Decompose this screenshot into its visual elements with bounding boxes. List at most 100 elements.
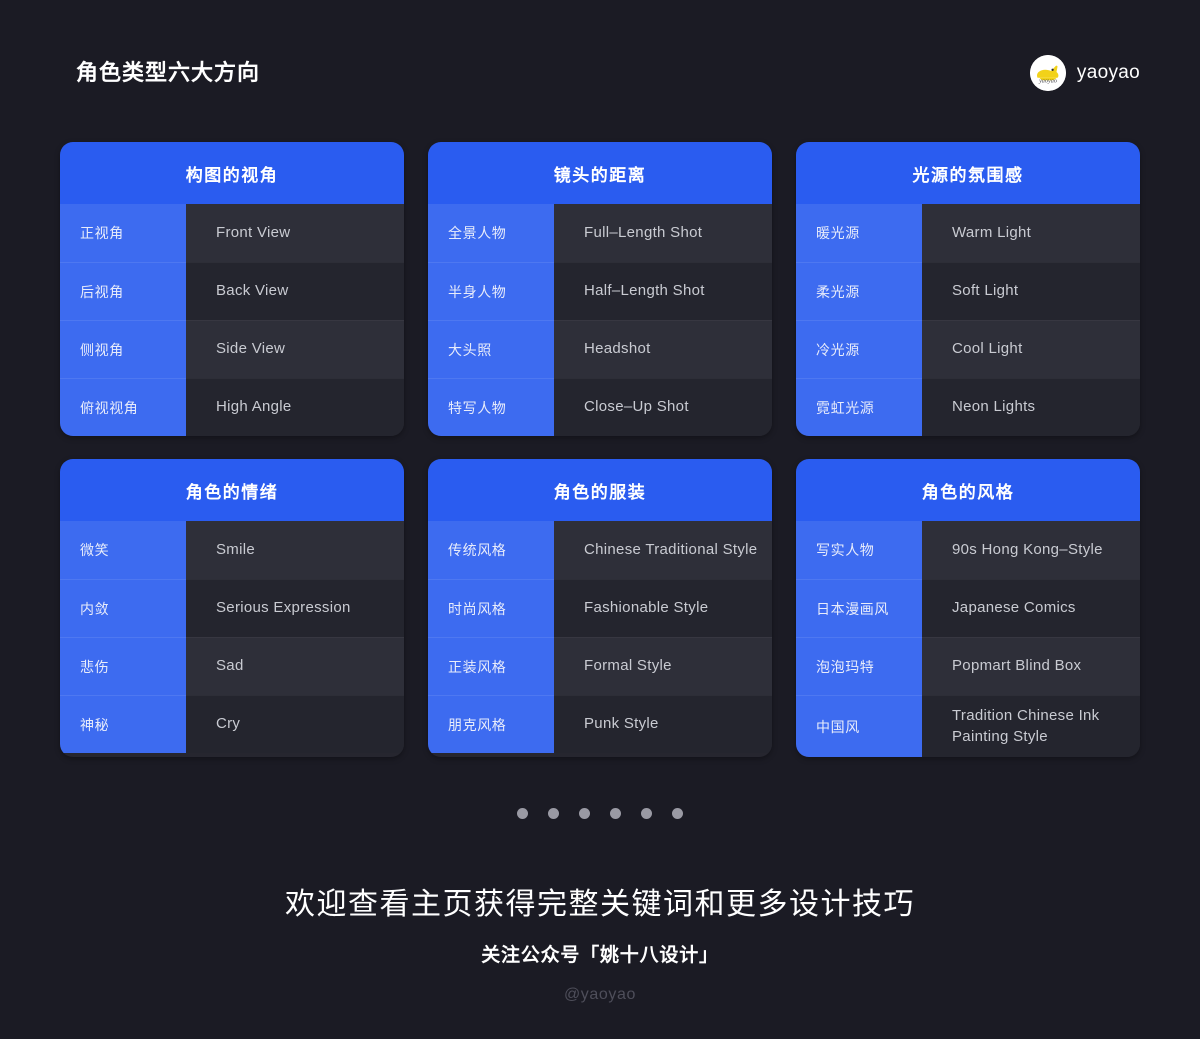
table-row[interactable]: 冷光源 Cool Light (796, 320, 1140, 378)
table-row[interactable]: 正视角 Front View (60, 204, 404, 262)
pagination-dot-4[interactable] (610, 808, 621, 819)
table-row[interactable]: 俯视视角 High Angle (60, 378, 404, 436)
row-label-en: Back View (186, 262, 404, 320)
row-label-cn: 侧视角 (60, 320, 186, 378)
table-row[interactable]: 时尚风格 Fashionable Style (428, 579, 772, 637)
table-row[interactable]: 微笑 Smile (60, 521, 404, 579)
row-label-en: Popmart Blind Box (922, 637, 1140, 695)
table-row[interactable]: 暖光源 Warm Light (796, 204, 1140, 262)
yaoyao-rabbit-logo-icon: yaoyao (1029, 55, 1066, 91)
table-row[interactable]: 神秘 Cry (60, 695, 404, 753)
row-label-en: Warm Light (922, 204, 1140, 262)
footer-handle: @yaoyao (563, 985, 637, 1003)
row-label-en: Full–Length Shot (554, 204, 772, 262)
row-label-cn: 暖光源 (796, 204, 922, 262)
row-label-en: Cool Light (922, 320, 1140, 378)
keyword-card: 角色的服装 传统风格 Chinese Traditional Style 时尚风… (428, 459, 772, 758)
table-row[interactable]: 正装风格 Formal Style (428, 637, 772, 695)
table-row[interactable]: 泡泡玛特 Popmart Blind Box (796, 637, 1140, 695)
row-label-en: High Angle (186, 378, 404, 436)
table-row[interactable]: 半身人物 Half–Length Shot (428, 262, 772, 320)
row-label-cn: 半身人物 (428, 262, 554, 320)
table-row[interactable]: 大头照 Headshot (428, 320, 772, 378)
table-row[interactable]: 传统风格 Chinese Traditional Style (428, 521, 772, 579)
row-label-cn: 传统风格 (428, 521, 554, 579)
svg-text:yaoyao: yaoyao (1038, 78, 1057, 85)
keyword-card: 角色的情绪 微笑 Smile 内敛 Serious Expression 悲伤 … (60, 459, 404, 758)
table-row[interactable]: 后视角 Back View (60, 262, 404, 320)
row-label-en: Cry (186, 695, 404, 753)
card-rows: 暖光源 Warm Light 柔光源 Soft Light 冷光源 Cool L… (796, 204, 1140, 436)
row-label-cn: 正视角 (60, 204, 186, 262)
row-label-en: 90s Hong Kong–Style (922, 521, 1140, 579)
row-label-cn: 神秘 (60, 695, 186, 753)
brand-name: yaoyao (1076, 62, 1140, 83)
row-label-cn: 微笑 (60, 521, 186, 579)
table-row[interactable]: 侧视角 Side View (60, 320, 404, 378)
card-title: 光源的氛围感 (796, 142, 1140, 204)
row-label-en: Smile (186, 521, 404, 579)
table-row[interactable]: 中国风 Tradition Chinese Ink Painting Style (796, 695, 1140, 758)
row-label-cn: 正装风格 (428, 637, 554, 695)
pagination-dots (0, 808, 1200, 819)
row-label-cn: 霓虹光源 (796, 378, 922, 436)
table-row[interactable]: 朋克风格 Punk Style (428, 695, 772, 753)
card-rows: 传统风格 Chinese Traditional Style 时尚风格 Fash… (428, 521, 772, 753)
card-rows: 正视角 Front View 后视角 Back View 侧视角 Side Vi… (60, 204, 404, 436)
row-label-en: Serious Expression (186, 579, 404, 637)
card-grid: 构图的视角 正视角 Front View 后视角 Back View 侧视角 S… (60, 142, 1141, 758)
table-row[interactable]: 全景人物 Full–Length Shot (428, 204, 772, 262)
row-label-en: Fashionable Style (554, 579, 772, 637)
poster-root: 角色类型六大方向 yaoyao yaoyao 构图的视角 正视角 Front V… (0, 0, 1200, 1039)
pagination-dot-2[interactable] (548, 808, 559, 819)
card-title: 角色的服装 (428, 459, 772, 521)
row-label-cn: 朋克风格 (428, 695, 554, 753)
row-label-en: Side View (186, 320, 404, 378)
row-label-cn: 日本漫画风 (796, 579, 922, 637)
pagination-dot-6[interactable] (672, 808, 683, 819)
footer-headline: 欢迎查看主页获得完整关键词和更多设计技巧 (285, 888, 915, 921)
pagination-dot-1[interactable] (517, 808, 528, 819)
row-label-cn: 俯视视角 (60, 378, 186, 436)
row-label-cn: 悲伤 (60, 637, 186, 695)
row-label-en: Headshot (554, 320, 772, 378)
table-row[interactable]: 特写人物 Close–Up Shot (428, 378, 772, 436)
row-label-en: Soft Light (922, 262, 1140, 320)
row-label-en: Neon Lights (922, 378, 1140, 436)
brand-block: yaoyao yaoyao (1029, 55, 1140, 91)
keyword-card: 构图的视角 正视角 Front View 后视角 Back View 侧视角 S… (60, 142, 404, 436)
row-label-cn: 时尚风格 (428, 579, 554, 637)
row-label-cn: 全景人物 (428, 204, 554, 262)
card-rows: 微笑 Smile 内敛 Serious Expression 悲伤 Sad 神秘… (60, 521, 404, 753)
keyword-card: 镜头的距离 全景人物 Full–Length Shot 半身人物 Half–Le… (428, 142, 772, 436)
table-row[interactable]: 写实人物 90s Hong Kong–Style (796, 521, 1140, 579)
row-label-cn: 特写人物 (428, 378, 554, 436)
pagination-dot-3[interactable] (579, 808, 590, 819)
row-label-cn: 冷光源 (796, 320, 922, 378)
row-label-en: Formal Style (554, 637, 772, 695)
keyword-card: 光源的氛围感 暖光源 Warm Light 柔光源 Soft Light 冷光源… (796, 142, 1140, 436)
table-row[interactable]: 日本漫画风 Japanese Comics (796, 579, 1140, 637)
card-title: 构图的视角 (60, 142, 404, 204)
card-title: 镜头的距离 (428, 142, 772, 204)
table-row[interactable]: 柔光源 Soft Light (796, 262, 1140, 320)
row-label-cn: 写实人物 (796, 521, 922, 579)
row-label-en: Chinese Traditional Style (554, 521, 772, 579)
footer-subline: 关注公众号「姚十八设计」 (481, 944, 719, 966)
row-label-cn: 中国风 (796, 695, 922, 758)
row-label-cn: 后视角 (60, 262, 186, 320)
row-label-en: Half–Length Shot (554, 262, 772, 320)
table-row[interactable]: 悲伤 Sad (60, 637, 404, 695)
card-rows: 全景人物 Full–Length Shot 半身人物 Half–Length S… (428, 204, 772, 436)
pagination-dot-5[interactable] (641, 808, 652, 819)
row-label-en: Front View (186, 204, 404, 262)
card-title: 角色的情绪 (60, 459, 404, 521)
row-label-cn: 大头照 (428, 320, 554, 378)
table-row[interactable]: 霓虹光源 Neon Lights (796, 378, 1140, 436)
row-label-en: Close–Up Shot (554, 378, 772, 436)
page-footer: 欢迎查看主页获得完整关键词和更多设计技巧 关注公众号「姚十八设计」 @yaoya… (0, 885, 1200, 1004)
card-rows: 写实人物 90s Hong Kong–Style 日本漫画风 Japanese … (796, 521, 1140, 758)
table-row[interactable]: 内敛 Serious Expression (60, 579, 404, 637)
row-label-cn: 泡泡玛特 (796, 637, 922, 695)
row-label-cn: 柔光源 (796, 262, 922, 320)
